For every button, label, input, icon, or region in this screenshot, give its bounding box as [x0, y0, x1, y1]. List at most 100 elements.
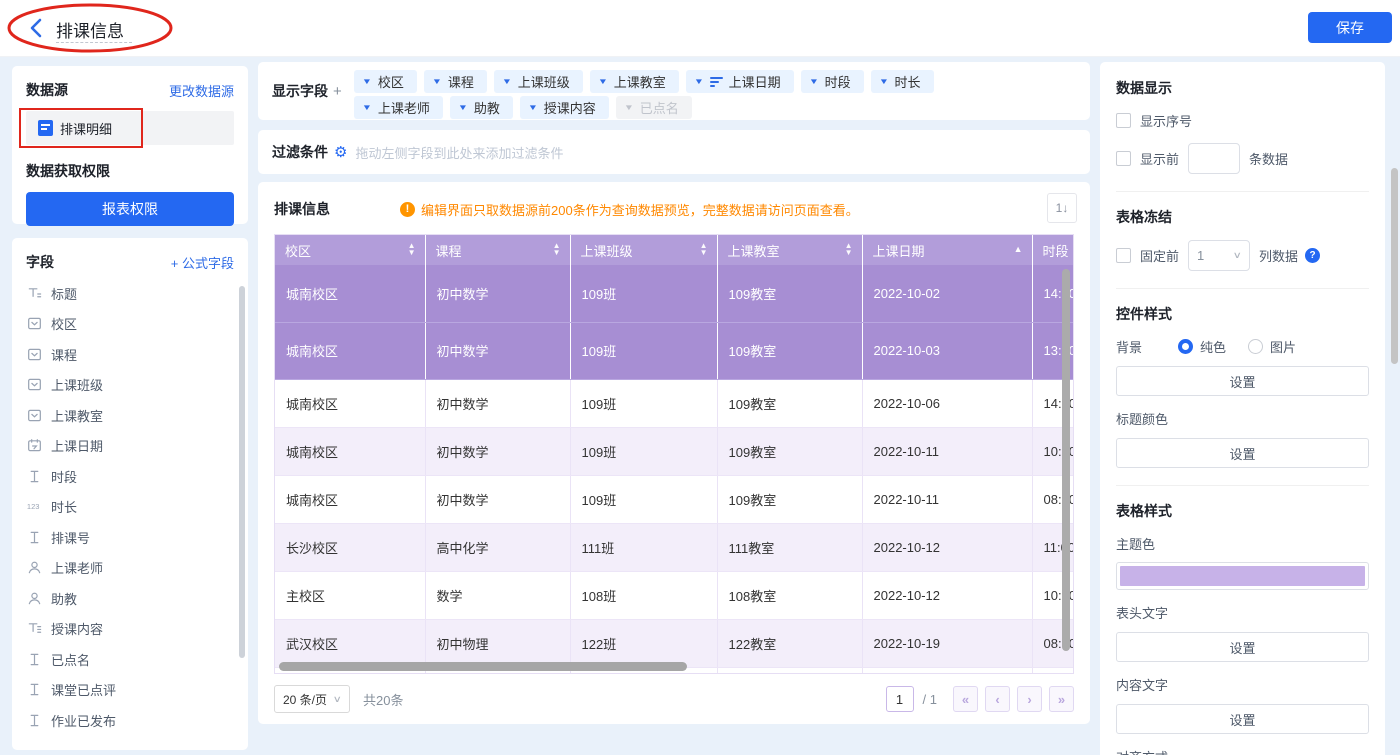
display-field-chip[interactable]: ▼助教 — [450, 96, 513, 119]
chip-label: 上课教室 — [614, 72, 666, 91]
field-item[interactable]: 标题 — [26, 278, 234, 309]
solid-color-radio[interactable] — [1178, 339, 1193, 354]
sort-order-icon[interactable]: 1↓ — [1047, 193, 1077, 223]
next-page-button[interactable]: › — [1017, 686, 1042, 712]
sort-updown-icon[interactable]: ▲▼ — [553, 242, 561, 256]
field-item[interactable]: 上课老师 — [26, 553, 234, 584]
chevron-down-icon: ∨ — [1233, 250, 1242, 261]
field-item[interactable]: 已点名 — [26, 644, 234, 675]
column-header[interactable]: 时段 — [1032, 235, 1074, 265]
table-horizontal-scrollbar[interactable] — [279, 662, 687, 671]
change-datasource-link[interactable]: 更改数据源 — [169, 81, 234, 100]
image-radio[interactable] — [1248, 339, 1263, 354]
column-header[interactable]: 校区▲▼ — [275, 235, 425, 265]
freeze-checkbox[interactable] — [1116, 248, 1131, 263]
divider — [1116, 485, 1369, 486]
help-icon[interactable]: ? — [1305, 248, 1320, 263]
number-icon: 123 — [26, 499, 42, 515]
datasource-item[interactable]: 排课明细 — [26, 111, 234, 145]
table-cell: 初中数学 — [425, 379, 570, 427]
freeze-cols-select[interactable]: 1 ∨ — [1188, 240, 1250, 271]
back-icon[interactable] — [28, 16, 44, 40]
display-field-chip[interactable]: ▼已点名 — [616, 96, 692, 119]
prev-page-button[interactable]: ‹ — [985, 686, 1010, 712]
table-row[interactable]: 长沙校区高中化学111班111教室2022-10-1211:00-1 — [275, 523, 1074, 571]
field-item[interactable]: 作业已发布 — [26, 705, 234, 736]
chevron-down-icon[interactable]: ▼ — [362, 103, 372, 112]
table-row[interactable]: 主校区数学108班108教室2022-10-1210:00-1 — [275, 571, 1074, 619]
gear-icon[interactable]: ⚙ — [334, 143, 347, 161]
table-row[interactable]: 城南校区初中数学109班109教室2022-10-0214:00-1 — [275, 265, 1074, 322]
table-cell: 城南校区 — [275, 475, 425, 523]
report-permission-button[interactable]: 报表权限 — [26, 192, 234, 226]
column-header[interactable]: 上课教室▲▼ — [717, 235, 862, 265]
chevron-down-icon[interactable]: ▼ — [528, 103, 538, 112]
display-field-chip[interactable]: ▼时长 — [871, 70, 934, 93]
table-row[interactable]: 城南校区初中数学109班109教室2022-10-0313:00-1 — [275, 322, 1074, 379]
field-item[interactable]: 排课号 — [26, 522, 234, 553]
last-page-button[interactable]: » — [1049, 686, 1074, 712]
header-text-set-button[interactable]: 设置 — [1116, 632, 1369, 662]
show-index-checkbox[interactable] — [1116, 113, 1131, 128]
fields-scrollbar[interactable] — [239, 286, 245, 658]
sort-updown-icon[interactable]: ▲▼ — [845, 242, 853, 256]
display-field-chip[interactable]: ▼ 上课教室 — [590, 70, 679, 93]
display-field-chip[interactable]: ▼授课内容 — [520, 96, 609, 119]
field-item[interactable]: 上课教室 — [26, 400, 234, 431]
first-page-button[interactable]: « — [953, 686, 978, 712]
field-item[interactable]: 助教 — [26, 583, 234, 614]
table-vertical-scrollbar[interactable] — [1062, 269, 1070, 651]
field-item[interactable]: 时段 — [26, 461, 234, 492]
field-item[interactable]: 上课班级 — [26, 370, 234, 401]
background-set-button[interactable]: 设置 — [1116, 366, 1369, 396]
fix-first-label: 固定前 — [1140, 246, 1179, 265]
table-row[interactable]: 城南校区初中数学109班109教室2022-10-0614:00-1 — [275, 379, 1074, 427]
content-text-set-button[interactable]: 设置 — [1116, 704, 1369, 734]
field-item[interactable]: 课程 — [26, 339, 234, 370]
chevron-down-icon[interactable]: ▼ — [432, 77, 442, 86]
filter-panel[interactable]: 过滤条件 ⚙ 拖动左侧字段到此处来添加过滤条件 — [258, 130, 1090, 174]
sort-ascending-icon[interactable]: ▲ — [1014, 244, 1023, 254]
chevron-down-icon[interactable]: ▼ — [624, 103, 634, 112]
chevron-down-icon[interactable]: ▼ — [502, 77, 512, 86]
field-item[interactable]: 校区 — [26, 309, 234, 340]
chevron-down-icon[interactable]: ▼ — [808, 77, 818, 86]
chevron-down-icon[interactable]: ▼ — [362, 77, 372, 86]
display-field-chip[interactable]: ▼上课日期 — [686, 70, 794, 93]
window-scrollbar[interactable] — [1391, 168, 1398, 364]
chevron-down-icon[interactable]: ▼ — [694, 77, 704, 86]
show-first-checkbox[interactable] — [1116, 151, 1131, 166]
add-formula-field-link[interactable]: + 公式字段 — [171, 253, 234, 272]
row-limit-input[interactable] — [1188, 143, 1240, 174]
add-display-field-button[interactable]: + — [333, 83, 342, 100]
table-cell: 2022-10-12 — [862, 523, 1032, 571]
table-row[interactable]: 武汉校区初中物理122班122教室2022-10-1908:00-0 — [275, 619, 1074, 667]
chevron-down-icon[interactable]: ▼ — [878, 77, 888, 86]
display-field-chip[interactable]: ▼课程 — [424, 70, 487, 93]
theme-color-swatch[interactable] — [1116, 562, 1369, 590]
display-field-chip[interactable]: ▼时段 — [801, 70, 864, 93]
page-size-select[interactable]: 20 条/页 ∨ — [274, 685, 350, 713]
page-number-input[interactable] — [886, 686, 914, 712]
display-field-chip[interactable]: ▼上课老师 — [354, 96, 443, 119]
display-field-chip[interactable]: ▼校区 — [354, 70, 417, 93]
title-color-set-button[interactable]: 设置 — [1116, 438, 1369, 468]
sort-updown-icon[interactable]: ▲▼ — [700, 242, 708, 256]
column-header[interactable]: 课程▲▼ — [425, 235, 570, 265]
table-row[interactable]: 城南校区初中数学109班109教室2022-10-1110:00-1 — [275, 427, 1074, 475]
field-item[interactable]: 上课日期 — [26, 431, 234, 462]
display-field-chip[interactable]: ▼上课班级 — [494, 70, 583, 93]
field-item[interactable]: 123时长 — [26, 492, 234, 523]
field-item[interactable]: 授课内容 — [26, 614, 234, 645]
table-cell: 109教室 — [717, 475, 862, 523]
column-header[interactable]: 上课日期▲ — [862, 235, 1032, 265]
column-header[interactable]: 上课班级▲▼ — [570, 235, 717, 265]
table-row[interactable]: 城南校区初中数学109班109教室2022-10-1108:00-0 — [275, 475, 1074, 523]
field-item[interactable]: 课堂已点评 — [26, 675, 234, 706]
chevron-down-icon[interactable]: ▼ — [598, 77, 608, 86]
title-underline — [56, 42, 132, 43]
save-button[interactable]: 保存 — [1308, 12, 1392, 43]
sort-updown-icon[interactable]: ▲▼ — [408, 242, 416, 256]
top-bar: 排课信息 保存 — [0, 0, 1400, 57]
chevron-down-icon[interactable]: ▼ — [458, 103, 468, 112]
